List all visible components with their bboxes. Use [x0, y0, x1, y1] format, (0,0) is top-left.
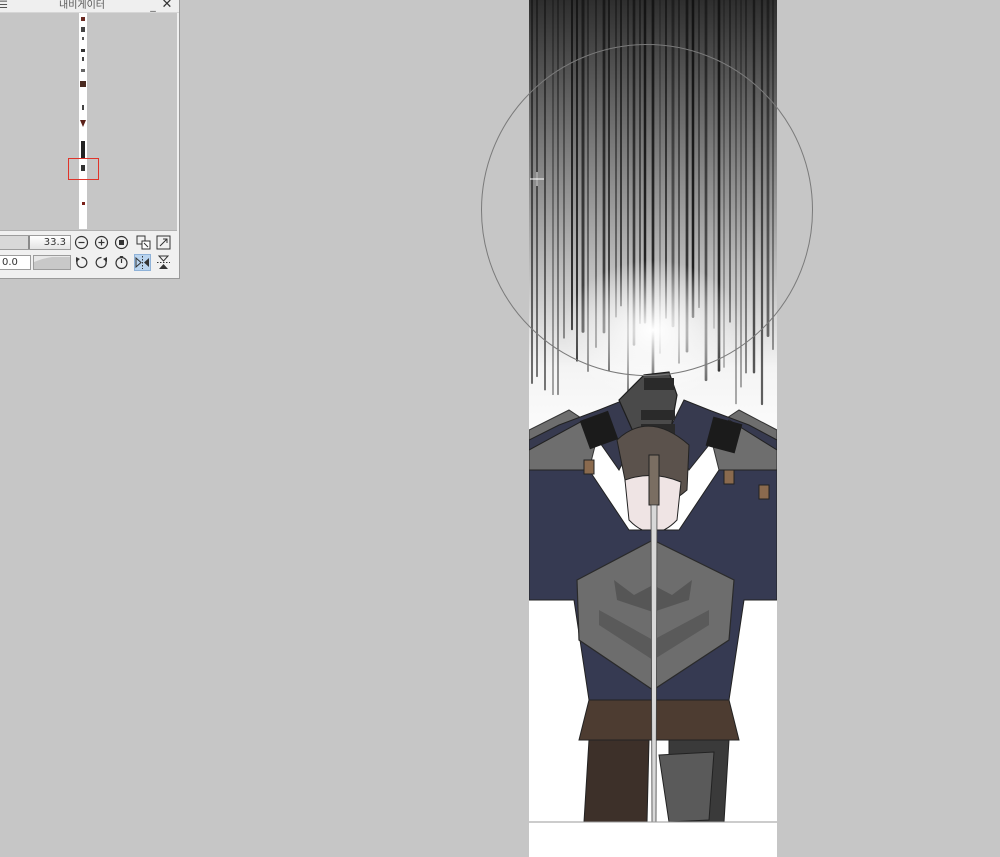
fit-window-icon[interactable] — [135, 234, 152, 251]
rotate-left-icon[interactable] — [73, 254, 90, 271]
actual-size-icon[interactable] — [113, 234, 130, 251]
close-button[interactable]: ✕ — [161, 0, 173, 11]
flip-vertical-icon[interactable] — [155, 254, 172, 271]
navigator-viewport-frame[interactable] — [68, 158, 99, 180]
minimize-button[interactable]: _ — [147, 0, 159, 12]
navigator-title: 내비게이터 — [59, 0, 105, 11]
reset-rotation-icon[interactable] — [113, 254, 130, 271]
rotate-right-icon[interactable] — [93, 254, 110, 271]
zoom-slider[interactable]: 33.3 — [0, 235, 71, 250]
rotation-row: 0.0 — [0, 252, 177, 272]
navigator-titlebar[interactable]: ☰ 내비게이터 _ ✕ — [0, 0, 179, 13]
fit-screen-icon[interactable] — [155, 234, 172, 251]
zoom-out-icon[interactable] — [73, 234, 90, 251]
zoom-value: 33.3 — [43, 237, 66, 248]
rotation-slider[interactable] — [33, 255, 71, 270]
drawing-canvas[interactable] — [529, 0, 777, 857]
navigator-preview[interactable] — [0, 13, 177, 231]
canvas-thumbnail — [79, 13, 87, 229]
flip-horizontal-icon[interactable] — [134, 254, 151, 271]
zoom-row: 33.3 — [0, 232, 177, 252]
panel-menu-icon[interactable]: ☰ — [0, 0, 8, 12]
zoom-in-icon[interactable] — [93, 234, 110, 251]
illustration-artwork — [529, 0, 777, 857]
navigator-panel: ☰ 내비게이터 _ ✕ 33.3 0.0 — [0, 0, 180, 279]
rotation-input[interactable]: 0.0 — [0, 255, 31, 270]
